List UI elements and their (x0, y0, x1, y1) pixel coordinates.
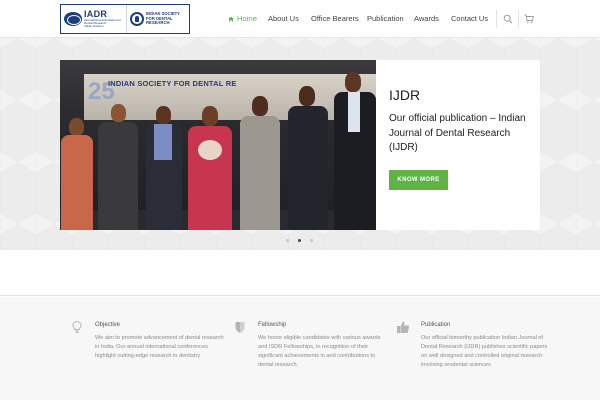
person-figure (144, 102, 184, 230)
feature-title-objective: Objective (95, 322, 121, 328)
nav-publication[interactable]: Publication (367, 14, 404, 23)
nav-awards[interactable]: Awards (414, 14, 439, 23)
search-icon[interactable] (503, 14, 513, 24)
know-more-button[interactable]: KNOW MORE (389, 170, 448, 190)
person-figure (286, 84, 330, 230)
nav-home-label: Home (237, 14, 258, 23)
feature-title-publication: Publication (421, 322, 451, 328)
spacer-strip (0, 250, 600, 296)
nav-contact-us[interactable]: Contact Us (451, 14, 488, 23)
shield-icon (235, 322, 245, 333)
person-figure (60, 90, 94, 230)
person-figure (238, 94, 282, 230)
seal-icon (130, 12, 144, 26)
site-header: IADR International Association for Denta… (0, 0, 600, 38)
slide-title: IJDR (389, 87, 421, 103)
feature-text-publication: Our official bimonthy publication Indian… (421, 335, 548, 368)
person-figure (184, 104, 236, 230)
feature-text-fellowship: We honor eligible candidates with variou… (258, 335, 381, 368)
slider-dot[interactable] (310, 239, 313, 242)
globe-icon (64, 12, 82, 26)
isdr-logo: INDIAN SOCIETY FOR DENTAL RESEARCH (127, 5, 189, 33)
nav-divider (496, 10, 497, 28)
slide-text: Our official publication – Indian Journa… (389, 113, 526, 153)
nav-home[interactable]: Home (228, 14, 257, 23)
nav-about-us[interactable]: About Us (268, 14, 299, 23)
cart-icon[interactable] (524, 14, 534, 24)
feature-title-fellowship: Fellowship (258, 322, 287, 328)
person-figure (96, 98, 140, 230)
person-figure (332, 72, 376, 230)
slider-dot-active[interactable] (298, 239, 301, 242)
nav-divider (518, 10, 519, 28)
iadr-logo: IADR International Association for Denta… (61, 5, 127, 33)
logo-sub-caption: Indian Division (84, 24, 104, 29)
slide-photo: 25 INDIAN SOCIETY FOR DENTAL RE (60, 60, 376, 230)
home-icon (228, 16, 234, 21)
thumbs-up-icon (397, 321, 410, 333)
nav-office-bearers[interactable]: Office Bearers (311, 14, 359, 23)
slider-dot[interactable] (286, 239, 289, 242)
site-logo[interactable]: IADR International Association for Denta… (60, 4, 190, 34)
banner-text: INDIAN SOCIETY FOR DENTAL RE (108, 79, 237, 88)
isdr-caption: INDIAN SOCIETY FOR DENTAL RESEARCH (146, 10, 180, 26)
lightbulb-icon (72, 320, 82, 333)
feature-text-objective: We aim to promote advancement of dental … (95, 335, 224, 359)
